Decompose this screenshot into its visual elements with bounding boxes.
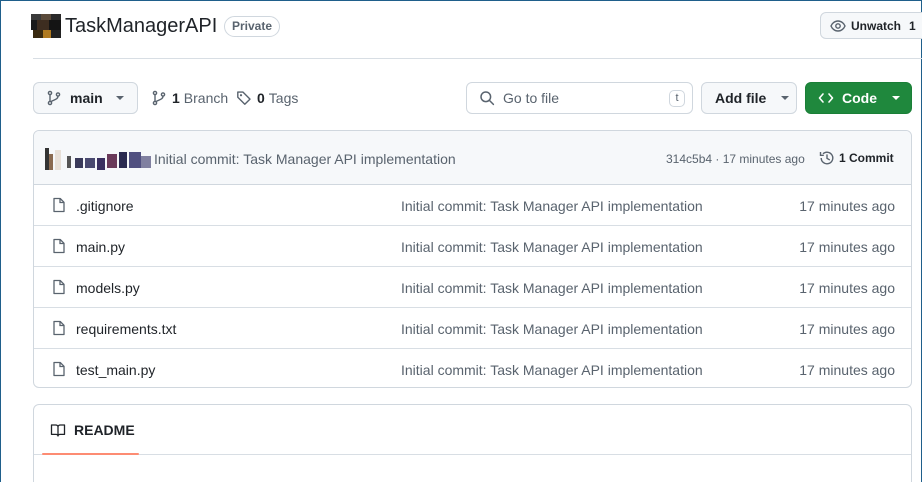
file-name[interactable]: models.py xyxy=(76,280,140,296)
unwatch-button[interactable]: Unwatch 1 xyxy=(820,12,922,39)
tags-count: 0 xyxy=(257,90,265,106)
file-commit-message[interactable]: Initial commit: Task Manager API impleme… xyxy=(401,362,703,378)
file-commit-message[interactable]: Initial commit: Task Manager API impleme… xyxy=(401,239,703,255)
file-icon xyxy=(53,279,65,295)
readme-tab-underline xyxy=(42,453,139,455)
file-age: 17 minutes ago xyxy=(799,280,895,296)
branches-label: Branch xyxy=(183,90,229,106)
code-label: Code xyxy=(842,90,877,106)
latest-commit-message[interactable]: Initial commit: Task Manager API impleme… xyxy=(154,151,456,167)
branch-name: main xyxy=(70,90,103,106)
repo-title[interactable]: TaskManagerAPI xyxy=(65,15,217,38)
tag-icon xyxy=(237,91,251,105)
code-button[interactable]: Code xyxy=(805,82,912,114)
file-name[interactable]: .gitignore xyxy=(76,198,134,214)
readme-panel: README xyxy=(33,404,912,482)
file-age: 17 minutes ago xyxy=(799,198,895,214)
file-commit-message[interactable]: Initial commit: Task Manager API impleme… xyxy=(401,280,703,296)
commit-hash-time[interactable]: 314c5b4 · 17 minutes ago xyxy=(666,152,805,166)
history-icon xyxy=(819,151,834,165)
readme-tab[interactable]: README xyxy=(50,422,135,438)
visibility-badge: Private xyxy=(224,16,281,37)
unwatch-label: Unwatch xyxy=(851,18,902,33)
branch-selector[interactable]: main xyxy=(33,82,138,114)
book-icon xyxy=(50,424,66,437)
file-icon xyxy=(53,197,65,213)
keyboard-shortcut-hint: t xyxy=(669,90,685,107)
go-to-file-input[interactable]: Go to file t xyxy=(466,82,693,114)
file-row[interactable]: requirements.txt Initial commit: Task Ma… xyxy=(34,308,911,349)
file-icon xyxy=(53,320,65,336)
file-commit-message[interactable]: Initial commit: Task Manager API impleme… xyxy=(401,321,703,337)
commits-link[interactable]: 1 Commit xyxy=(819,150,894,166)
file-icon xyxy=(53,238,65,254)
search-icon xyxy=(480,91,495,106)
code-icon xyxy=(818,93,834,103)
eye-icon xyxy=(830,19,846,32)
file-row[interactable]: .gitignore Initial commit: Task Manager … xyxy=(34,185,911,226)
owner-avatar[interactable] xyxy=(31,14,61,40)
latest-commit-bar: Initial commit: Task Manager API impleme… xyxy=(34,131,911,185)
file-age: 17 minutes ago xyxy=(799,362,895,378)
file-row[interactable]: models.py Initial commit: Task Manager A… xyxy=(34,267,911,308)
watch-count: 1 xyxy=(909,18,916,33)
file-row[interactable]: test_main.py Initial commit: Task Manage… xyxy=(34,349,911,387)
add-file-label: Add file xyxy=(715,90,767,106)
header-divider xyxy=(33,58,922,59)
search-placeholder: Go to file xyxy=(503,90,560,106)
commits-count-label: 1 Commit xyxy=(839,151,894,165)
file-name[interactable]: requirements.txt xyxy=(76,321,176,337)
branches-link[interactable]: 1 Branch xyxy=(151,90,228,106)
file-listing: Initial commit: Task Manager API impleme… xyxy=(33,130,912,388)
git-branch-icon xyxy=(47,90,61,106)
readme-tab-label: README xyxy=(74,422,135,438)
file-age: 17 minutes ago xyxy=(799,239,895,255)
tags-link[interactable]: 0 Tags xyxy=(236,90,298,106)
git-branch-icon xyxy=(152,90,166,106)
chevron-down-icon xyxy=(115,96,124,100)
file-age: 17 minutes ago xyxy=(799,321,895,337)
file-icon xyxy=(53,361,65,377)
file-name[interactable]: test_main.py xyxy=(76,362,155,378)
chevron-down-icon xyxy=(892,96,900,100)
file-name[interactable]: main.py xyxy=(76,239,125,255)
readme-divider xyxy=(34,454,911,455)
add-file-button[interactable]: Add file xyxy=(701,82,797,114)
tags-label: Tags xyxy=(268,90,299,106)
chevron-down-icon xyxy=(781,96,790,100)
branches-count: 1 xyxy=(172,90,180,106)
commit-author-avatar[interactable] xyxy=(45,146,151,172)
file-row[interactable]: main.py Initial commit: Task Manager API… xyxy=(34,226,911,267)
file-commit-message[interactable]: Initial commit: Task Manager API impleme… xyxy=(401,198,703,214)
